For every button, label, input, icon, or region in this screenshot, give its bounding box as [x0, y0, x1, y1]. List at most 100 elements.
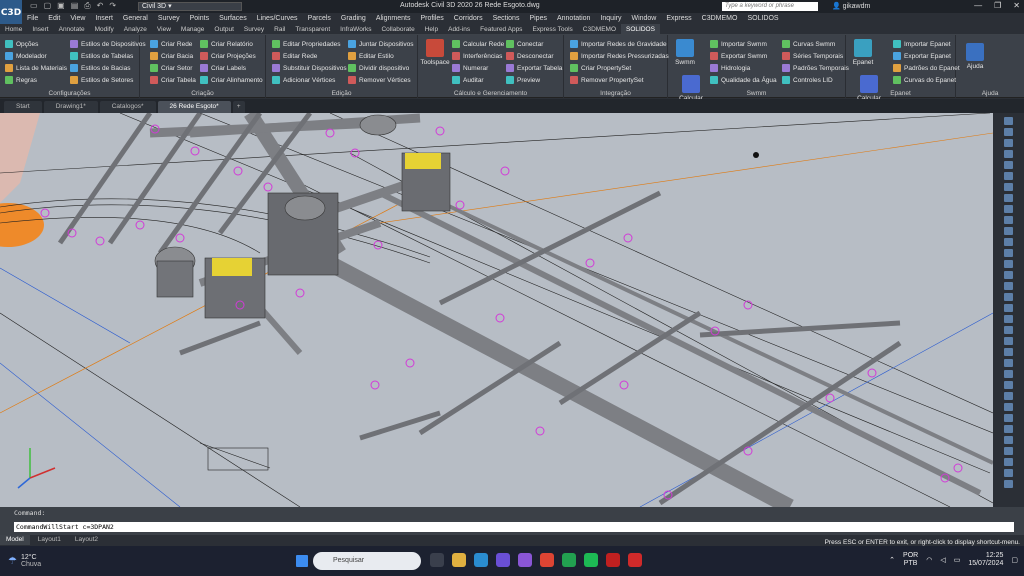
palette-tool-icon[interactable]	[1004, 139, 1013, 147]
ribbon-button-estilos-de-bacias[interactable]: Estilos de Bacias	[70, 63, 131, 73]
ribbon-button-editar-propriedades[interactable]: Editar Propriedades	[272, 39, 340, 49]
epanet-button[interactable]: Epanet	[846, 39, 880, 66]
ribbon-button-criar-propertyset[interactable]: Criar PropertySet	[570, 63, 631, 73]
filezilla-icon[interactable]	[606, 553, 620, 567]
ribbon-button-importar-redes-de-gravidade[interactable]: Importar Redes de Gravidade	[570, 39, 667, 49]
palette-tool-icon[interactable]	[1004, 425, 1013, 433]
chrome-icon[interactable]	[540, 553, 554, 567]
tab-add-ins[interactable]: Add-ins	[443, 24, 475, 34]
ribbon-button-padro-es-do-epanet[interactable]: Padrões do Epanet	[893, 63, 960, 73]
vs-icon[interactable]	[518, 553, 532, 567]
menu-item-c3dmemo[interactable]: C3DMEMO	[697, 13, 743, 24]
palette-tool-icon[interactable]	[1004, 205, 1013, 213]
ajuda-button[interactable]: Ajuda	[958, 43, 992, 70]
menu-item-general[interactable]: General	[118, 13, 153, 24]
palette-tool-icon[interactable]	[1004, 128, 1013, 136]
workspace-select[interactable]: Civil 3D ▾	[138, 2, 242, 11]
toolspace-button[interactable]: Toolspace	[418, 39, 452, 66]
palette-tool-icon[interactable]	[1004, 436, 1013, 444]
saveas-icon[interactable]: ▤	[71, 1, 79, 11]
ribbon-button-numerar[interactable]: Numerar	[452, 63, 488, 73]
ribbon-button-criar-rede[interactable]: Criar Rede	[150, 39, 192, 49]
tab-solidos[interactable]: SOLIDOS	[621, 24, 660, 34]
minimize-icon[interactable]: —	[974, 1, 982, 10]
ribbon-button-criar-tabela[interactable]: Criar Tabela	[150, 75, 196, 85]
palette-tool-icon[interactable]	[1004, 381, 1013, 389]
panel-title[interactable]: Edição	[266, 90, 417, 97]
open-icon[interactable]: ▢	[44, 1, 52, 11]
palette-tool-icon[interactable]	[1004, 403, 1013, 411]
new-tab-icon[interactable]: +	[232, 101, 245, 113]
ribbon-button-estilos-de-setores[interactable]: Estilos de Setores	[70, 75, 133, 85]
ribbon-button-regras[interactable]: Regras	[5, 75, 37, 85]
palette-tool-icon[interactable]	[1004, 227, 1013, 235]
menu-item-grading[interactable]: Grading	[336, 13, 371, 24]
tray-chevron-icon[interactable]: ⌃	[889, 556, 895, 564]
menu-item-alignments[interactable]: Alignments	[371, 13, 416, 24]
tab-rail[interactable]: Rail	[269, 24, 290, 34]
help-search-input[interactable]: Type a keyword or phrase	[722, 2, 818, 11]
ribbon-button-opc-o-es[interactable]: Opções	[5, 39, 38, 49]
menu-item-parcels[interactable]: Parcels	[303, 13, 336, 24]
print-icon[interactable]: ⎙	[84, 1, 90, 11]
weather-widget[interactable]: ☂ 12°C Chuva	[8, 554, 41, 568]
ribbon-button-controles-lid[interactable]: Controles LID	[782, 75, 833, 85]
tab-survey[interactable]: Survey	[239, 24, 269, 34]
ribbon-button-exportar-tabela[interactable]: Exportar Tabela	[506, 63, 562, 73]
menu-item-survey[interactable]: Survey	[153, 13, 185, 24]
palette-tool-icon[interactable]	[1004, 326, 1013, 334]
palette-tool-icon[interactable]	[1004, 271, 1013, 279]
tab-collaborate[interactable]: Collaborate	[376, 24, 419, 34]
ribbon-button-preview[interactable]: Preview	[506, 75, 540, 85]
menu-item-surfaces[interactable]: Surfaces	[214, 13, 252, 24]
tab-infraworks[interactable]: InfraWorks	[335, 24, 376, 34]
ribbon-button-criar-projec-o-es[interactable]: Criar Projeções	[200, 51, 256, 61]
ribbon-button-curvas-do-epanet[interactable]: Curvas do Epanet	[893, 75, 956, 85]
tab-annotate[interactable]: Annotate	[54, 24, 90, 34]
ribbon-button-criar-labels[interactable]: Criar Labels	[200, 63, 246, 73]
palette-tool-icon[interactable]	[1004, 469, 1013, 477]
ribbon-button-estilos-de-tabelas[interactable]: Estilos de Tabelas	[70, 51, 133, 61]
palette-tool-icon[interactable]	[1004, 117, 1013, 125]
volume-icon[interactable]: ◁	[940, 556, 945, 564]
ribbon-button-qualidade-da-a-gua[interactable]: Qualidade da Água	[710, 75, 777, 85]
explorer-icon[interactable]	[452, 553, 466, 567]
panel-title[interactable]: Cálculo e Gerenciamento	[418, 90, 563, 97]
palette-tool-icon[interactable]	[1004, 348, 1013, 356]
edge-icon[interactable]	[474, 553, 488, 567]
undo-icon[interactable]: ↶	[97, 1, 104, 11]
panel-title[interactable]: Ajuda	[956, 90, 1024, 97]
ribbon-button-lista-de-materiais[interactable]: Lista de Materiais	[5, 63, 67, 73]
palette-tool-icon[interactable]	[1004, 304, 1013, 312]
panel-title[interactable]: Integração	[564, 90, 667, 97]
palette-tool-icon[interactable]	[1004, 392, 1013, 400]
battery-icon[interactable]: ▭	[954, 556, 961, 564]
ribbon-button-adicionar-ve-rtices[interactable]: Adicionar Vértices	[272, 75, 335, 85]
palette-tool-icon[interactable]	[1004, 480, 1013, 488]
palette-tool-icon[interactable]	[1004, 150, 1013, 158]
menu-item-sections[interactable]: Sections	[488, 13, 525, 24]
store-icon[interactable]	[496, 553, 510, 567]
doc-tab-1[interactable]: Drawing1*	[43, 101, 98, 113]
clock-date[interactable]: 15/07/2024	[968, 560, 1003, 568]
ribbon-button-importar-swmm[interactable]: Importar Swmm	[710, 39, 767, 49]
ribbon-button-juntar-dispositivos[interactable]: Juntar Dispositivos	[348, 39, 414, 49]
palette-tool-icon[interactable]	[1004, 249, 1013, 257]
wifi-icon[interactable]: ◠	[926, 556, 932, 564]
lang-code[interactable]: POR	[903, 552, 918, 560]
menu-item-annotation[interactable]: Annotation	[552, 13, 595, 24]
menu-item-insert[interactable]: Insert	[90, 13, 118, 24]
palette-tool-icon[interactable]	[1004, 260, 1013, 268]
panel-title[interactable]: Criação	[140, 90, 265, 97]
palette-tool-icon[interactable]	[1004, 447, 1013, 455]
tab-view[interactable]: View	[152, 24, 176, 34]
ribbon-button-exportar-swmm[interactable]: Exportar Swmm	[710, 51, 767, 61]
ribbon-button-padro-es-temporais[interactable]: Padrões Temporais	[782, 63, 849, 73]
menu-item-window[interactable]: Window	[626, 13, 661, 24]
ribbon-button-auditar[interactable]: Auditar	[452, 75, 484, 85]
ribbon-button-criar-relato-rio[interactable]: Criar Relatório	[200, 39, 253, 49]
taskbar-search[interactable]: Pesquisar	[313, 552, 421, 570]
command-input[interactable]: CommandWillStart c=3DPAN2	[14, 522, 1014, 532]
palette-tool-icon[interactable]	[1004, 183, 1013, 191]
doc-tab-0[interactable]: Start	[4, 101, 42, 113]
